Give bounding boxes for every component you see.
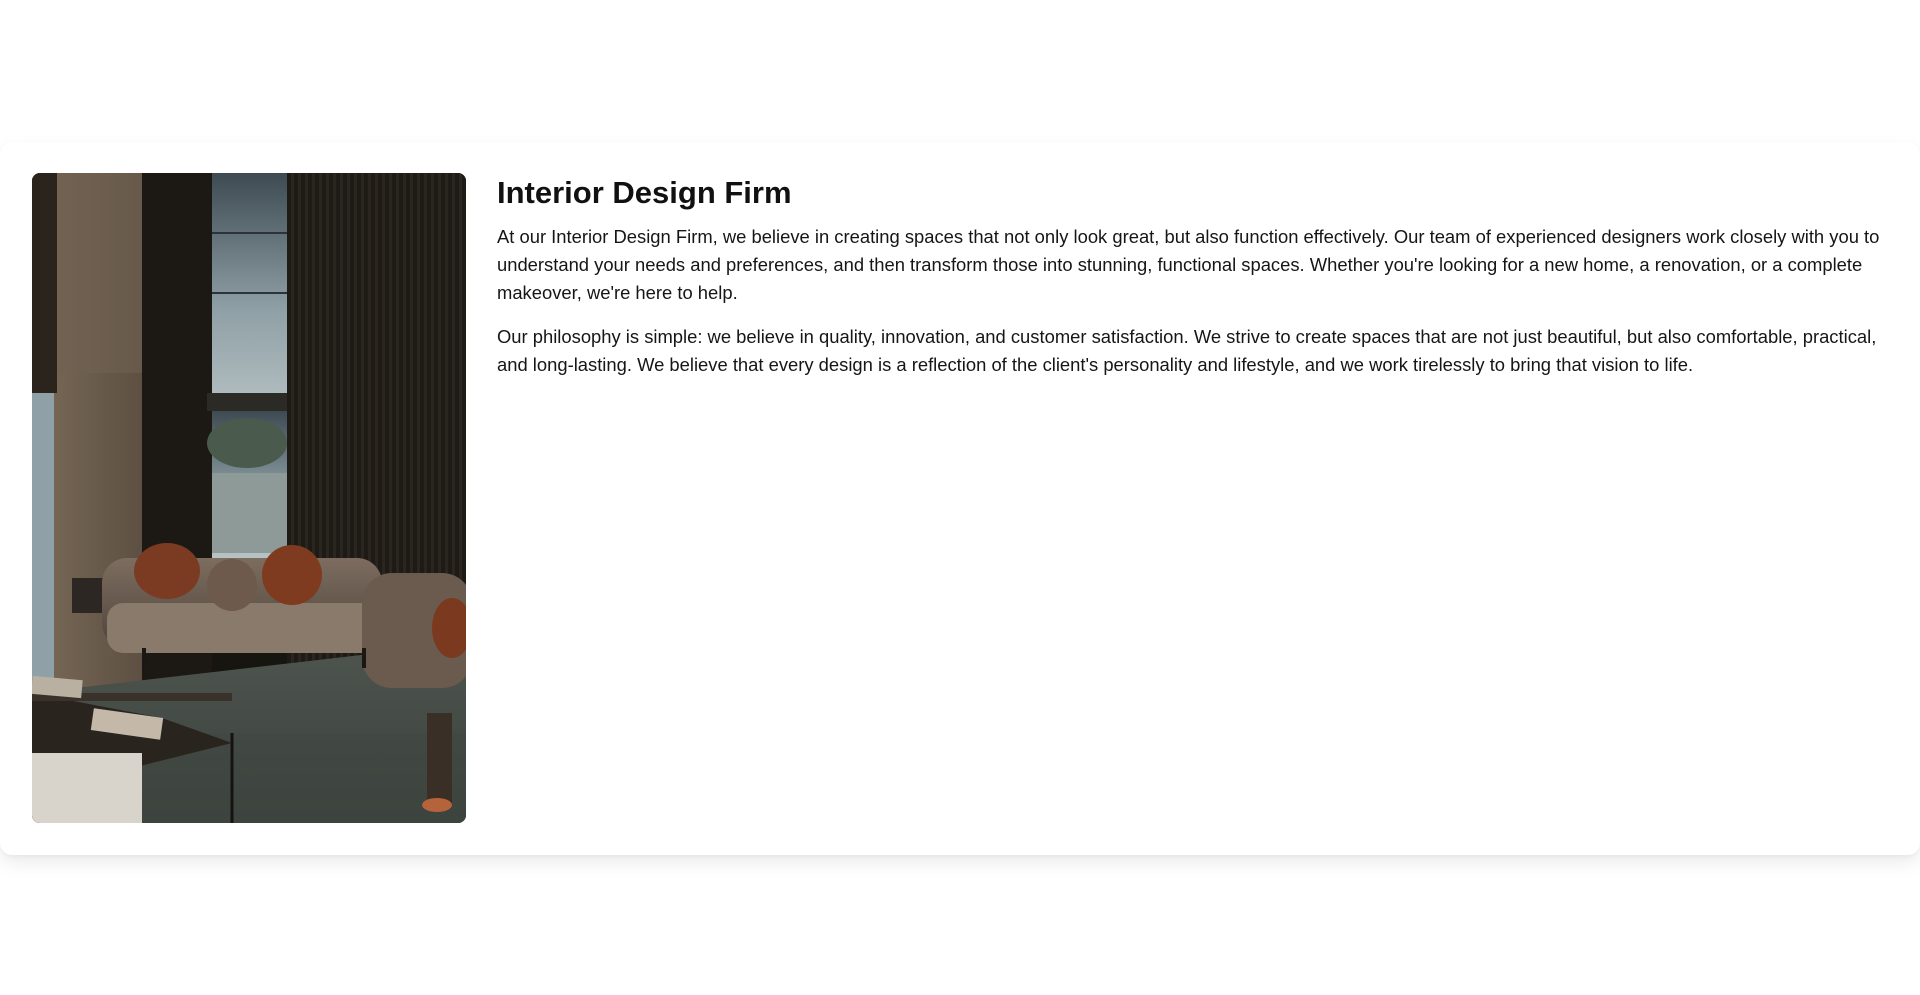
page: Interior Design Firm At our Interior Des… (0, 0, 1920, 995)
section-title: Interior Design Firm (497, 175, 792, 210)
interior-photo-illustration (32, 173, 466, 823)
interior-photo (32, 173, 466, 823)
philosophy-paragraph: Our philosophy is simple: we believe in … (497, 326, 1877, 375)
about-card: Interior Design Firm At our Interior Des… (0, 142, 1920, 855)
intro-paragraph: At our Interior Design Firm, we believe … (497, 226, 1880, 303)
about-content: Interior Design Firm At our Interior Des… (497, 173, 1882, 379)
